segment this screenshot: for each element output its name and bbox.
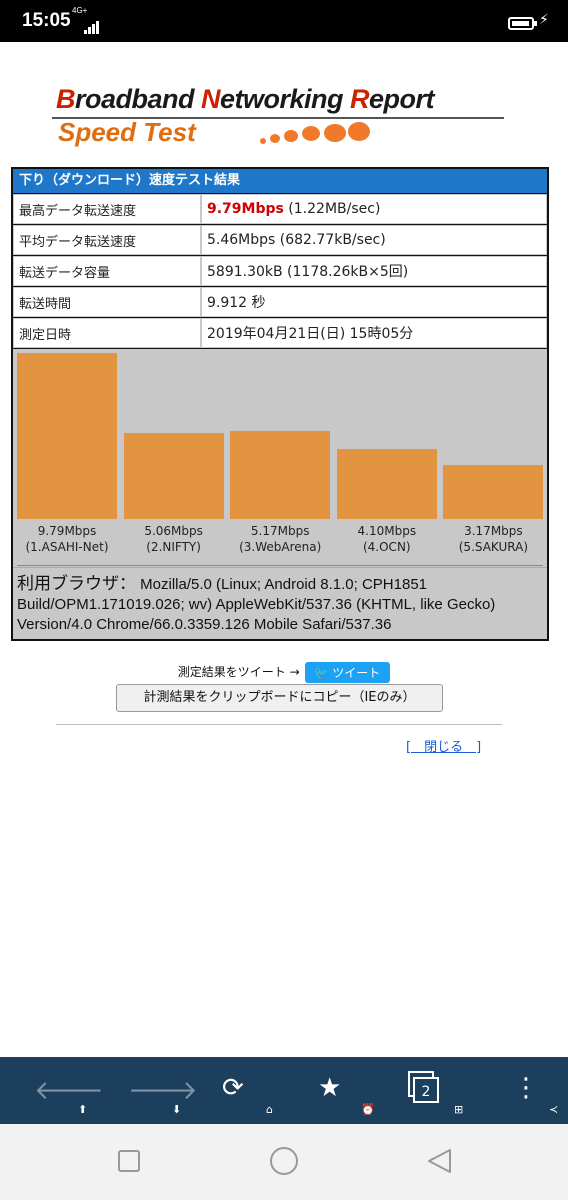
reload-icon[interactable]: ⟳ [222, 1073, 244, 1103]
browser-toolbar: 🡐 ⬆ 🡒 ⬇ ⟳ ⌂ ★ ⏰ 2 ⊞ ⋮ ≺ [0, 1057, 568, 1124]
row-value: 9.912 秒 [202, 288, 546, 316]
status-bar: 15:05 4G+ ⚡ [0, 0, 568, 42]
row-label: 測定日時 [14, 319, 200, 347]
row-value: 9.79Mbps (1.22MB/sec) [202, 195, 546, 223]
status-time: 15:05 [22, 10, 71, 31]
twitter-bird-icon: 🐦 [313, 666, 333, 680]
tab-count-button[interactable]: 2 [413, 1077, 439, 1103]
bar-label: 9.79Mbps (1.ASAHI-Net) [15, 523, 119, 555]
bar-label: 5.17Mbps (3.WebArena) [228, 523, 332, 555]
home-nav-icon [270, 1147, 298, 1175]
row-transfer-time: 転送時間 9.912 秒 [13, 287, 547, 318]
bar-value-label: 3.17Mbps [464, 524, 523, 538]
bar-value-label: 5.06Mbps [144, 524, 203, 538]
bar-category-label: (2.NIFTY) [146, 540, 201, 554]
bar-label: 3.17Mbps (5.SAKURA) [441, 523, 545, 555]
chart-bar [123, 433, 224, 519]
alarm-icon[interactable]: ⏰ [361, 1103, 375, 1116]
scroll-top-icon[interactable]: ⬆ [78, 1103, 87, 1116]
tweet-prompt: 測定結果をツイート → [177, 665, 300, 679]
speed-bar-chart: 9.79Mbps (1.ASAHI-Net) 5.06Mbps (2.NIFTY) 5.… [13, 349, 547, 568]
chart-bar [230, 431, 331, 519]
browser-label: 利用ブラウザ： [17, 574, 136, 593]
nav-icons [118, 1147, 451, 1175]
system-nav-bar [0, 1124, 568, 1200]
chart-bar [443, 465, 544, 519]
close-link[interactable]: [ 閉じる ] [406, 736, 481, 755]
row-label: 平均データ転送速度 [14, 226, 200, 254]
signal-icon [84, 20, 102, 34]
back-arrow-icon[interactable]: 🡐 [34, 1075, 104, 1106]
logo-title: Broadband Networking Report [56, 84, 435, 114]
forward-arrow-icon[interactable]: 🡒 [128, 1075, 198, 1106]
recents-icon [118, 1150, 140, 1172]
chart-bar [336, 449, 437, 519]
charging-icon: ⚡ [539, 12, 549, 28]
row-label: 転送時間 [14, 288, 200, 316]
browser-info: 利用ブラウザ： Mozilla/5.0 (Linux; Android 8.1.… [13, 568, 547, 639]
bar-value-label: 4.10Mbps [357, 524, 417, 538]
row-value: 5.46Mbps (682.77kB/sec) [202, 226, 546, 254]
menu-dots-icon[interactable]: ⋮ [513, 1073, 539, 1103]
tweet-row: 測定結果をツイート → 🐦 ツイート [0, 662, 568, 683]
scroll-bottom-icon[interactable]: ⬇ [172, 1103, 181, 1116]
site-logo: Broadband Networking Report Speed Test [52, 84, 512, 154]
bar-value-label: 5.17Mbps [250, 524, 310, 538]
battery-icon [508, 17, 534, 30]
row-label: 転送データ容量 [14, 257, 200, 285]
home-icon[interactable]: ⌂ [266, 1103, 273, 1116]
row-value: 2019年04月21日(日) 15時05分 [202, 319, 546, 347]
bar-category-label: (5.SAKURA) [458, 540, 529, 554]
result-header: 下り（ダウンロード）速度テスト結果 [13, 169, 547, 194]
bar-category-label: (1.ASAHI-Net) [25, 540, 109, 554]
bar-label: 4.10Mbps (4.OCN) [335, 523, 439, 555]
new-tab-icon[interactable]: ⊞ [454, 1103, 463, 1116]
bar-category-label: (4.OCN) [362, 540, 411, 554]
bar-value-label: 9.79Mbps [37, 524, 97, 538]
max-speed-value: 9.79Mbps [207, 201, 284, 217]
result-panel: 下り（ダウンロード）速度テスト結果 最高データ転送速度 9.79Mbps (1.… [11, 167, 549, 641]
row-label: 最高データ転送速度 [14, 195, 200, 223]
row-max-speed: 最高データ転送速度 9.79Mbps (1.22MB/sec) [13, 194, 547, 225]
bookmark-star-icon[interactable]: ★ [318, 1073, 341, 1103]
row-value: 5891.30kB (1178.26kB×5回) [202, 257, 546, 285]
row-avg-speed: 平均データ転送速度 5.46Mbps (682.77kB/sec) [13, 225, 547, 256]
copy-to-clipboard-button[interactable]: 計測結果をクリップボードにコピー（IEのみ） [116, 684, 443, 712]
row-data-size: 転送データ容量 5891.30kB (1178.26kB×5回) [13, 256, 547, 287]
row-datetime: 測定日時 2019年04月21日(日) 15時05分 [13, 318, 547, 349]
tweet-button[interactable]: 🐦 ツイート [305, 662, 391, 683]
network-type: 4G+ [72, 6, 88, 15]
bar-label: 5.06Mbps (2.NIFTY) [122, 523, 226, 555]
bar-category-label: (3.WebArena) [239, 540, 322, 554]
share-icon[interactable]: ≺ [549, 1103, 558, 1116]
chart-bar [17, 353, 117, 519]
divider [56, 724, 502, 725]
logo-subtitle: Speed Test [58, 117, 196, 147]
back-nav-icon [428, 1149, 451, 1173]
